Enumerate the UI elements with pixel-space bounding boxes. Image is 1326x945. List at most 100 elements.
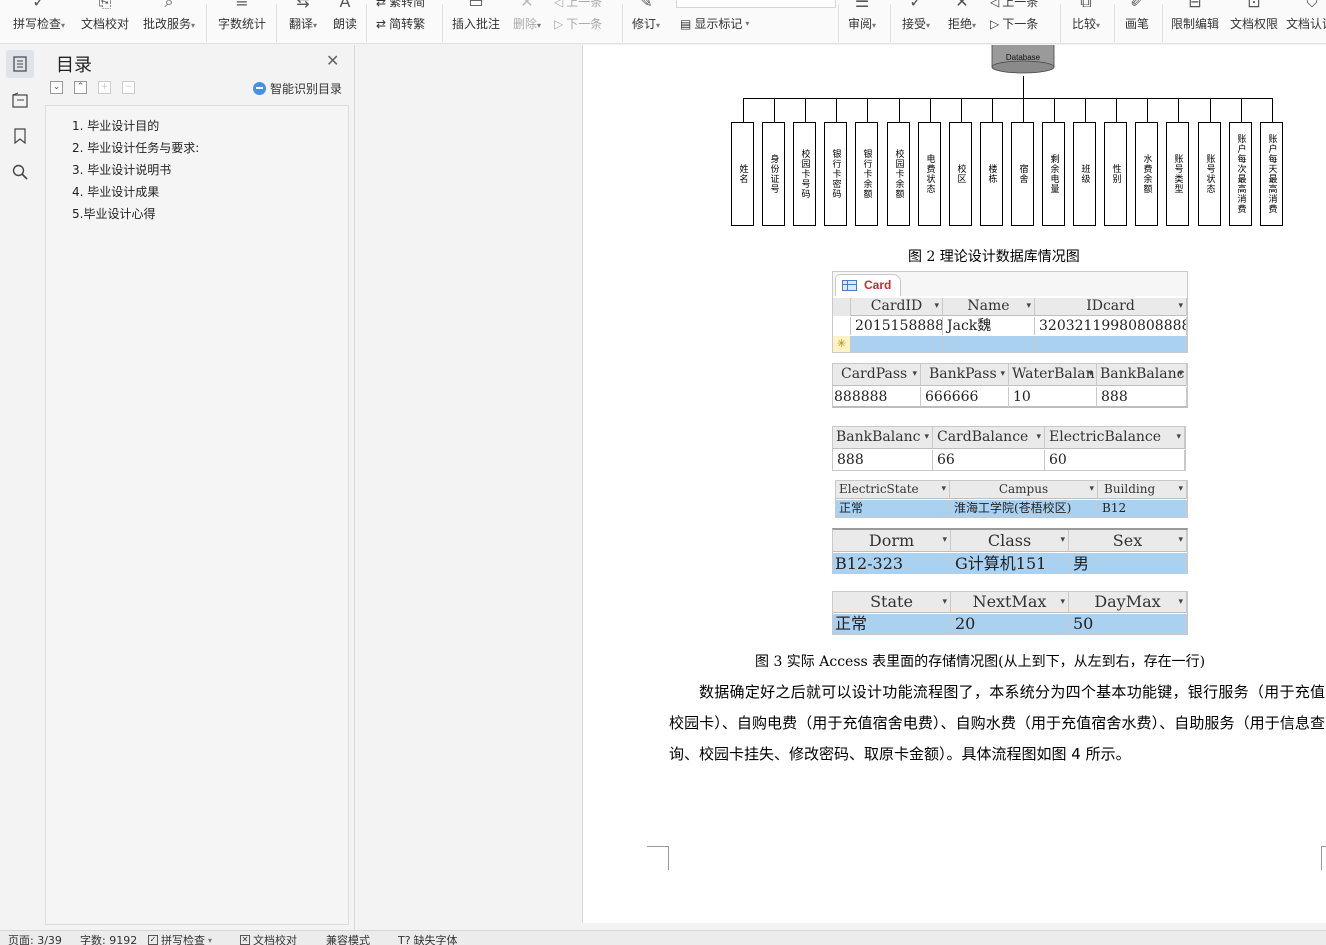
column-header[interactable]: State	[833, 592, 951, 613]
table-cell[interactable]	[943, 336, 1035, 352]
table-cell[interactable]: B12	[1098, 500, 1187, 517]
column-header[interactable]: BankBalanc	[833, 427, 933, 449]
previous-change-button[interactable]: ◁ 上一条	[990, 0, 1038, 10]
simp-to-trad-button[interactable]: ⇄ 简转繁	[376, 15, 425, 32]
column-header[interactable]: Class	[951, 530, 1069, 552]
column-header[interactable]: ElectricBalance	[1045, 427, 1185, 449]
table-cell[interactable]: 20	[951, 614, 1069, 634]
row-selector[interactable]	[833, 317, 851, 335]
translate-button[interactable]: ⇆ 翻译▾	[284, 0, 322, 43]
toc-item[interactable]: 5.毕业设计心得	[72, 205, 155, 222]
remove-heading-icon[interactable]: −	[122, 81, 135, 94]
doc-permission-button[interactable]: ⊡ 文档权限	[1228, 0, 1280, 43]
database-field-label: 电费状态	[924, 154, 935, 194]
status-spell-check[interactable]: ✓ 拼写检查 ▾	[148, 932, 212, 945]
doc-certify-button[interactable]: ⛉ 文档认证	[1286, 0, 1326, 43]
doc-proofread-button[interactable]: ⎘ 文档校对	[78, 0, 132, 43]
column-header[interactable]: BankBalanc	[1097, 364, 1187, 386]
bookmark-icon[interactable]	[6, 122, 34, 150]
column-header[interactable]: ElectricState	[836, 481, 950, 499]
markup-icon: ▤	[680, 16, 692, 31]
show-markup-button[interactable]: ▤ 显示标记 ▾	[680, 15, 749, 32]
column-header[interactable]: Campus	[950, 481, 1098, 499]
smart-detect-toc-button[interactable]: 智能识别目录	[253, 80, 342, 97]
table-cell[interactable]: 60	[1045, 450, 1185, 470]
expand-all-icon[interactable]: ⌄	[50, 81, 63, 94]
toc-item[interactable]: 1. 毕业设计目的	[72, 117, 159, 134]
tree-connector	[743, 98, 1273, 99]
add-heading-icon[interactable]: +	[98, 81, 111, 94]
markup-mode-select[interactable]	[676, 0, 836, 8]
delete-comment-button[interactable]: ✕ 删除▾	[508, 0, 546, 43]
read-aloud-icon: A	[339, 0, 351, 11]
column-header[interactable]: Sex	[1069, 530, 1187, 552]
word-count-button[interactable]: ≡ 字数统计	[214, 0, 270, 43]
toc-item[interactable]: 3. 毕业设计说明书	[72, 161, 171, 178]
restrict-editing-button[interactable]: ⊟ 限制编辑	[1168, 0, 1222, 43]
card-table-tab[interactable]: Card	[835, 274, 901, 296]
column-header[interactable]: CardPass	[833, 364, 921, 386]
missing-font-button[interactable]: T? 缺失字体	[398, 932, 458, 945]
compare-button[interactable]: ⧉ 比较▾	[1066, 0, 1106, 43]
column-header[interactable]: CardBalance	[933, 427, 1045, 449]
correction-service-button[interactable]: ⌕ 批改服务▾	[138, 0, 200, 43]
table-cell[interactable]: 男	[1069, 553, 1187, 574]
table-row: 2015158888 Jack魏 320321199808088888	[833, 317, 1187, 335]
database-cylinder: Database	[991, 45, 1055, 74]
review-button[interactable]: ☰ 审阅▾	[844, 0, 880, 43]
table-cell[interactable]: Jack魏	[943, 317, 1035, 335]
collapse-all-icon[interactable]: ⌃	[74, 81, 87, 94]
row-selector[interactable]	[833, 298, 851, 316]
revise-button[interactable]: ✎ 修订▾	[628, 0, 664, 43]
toc-nav-icon[interactable]	[6, 50, 34, 78]
table-cell[interactable]: 666666	[921, 387, 1009, 407]
table-cell[interactable]: 320321199808088888	[1035, 317, 1187, 335]
reject-button[interactable]: ✕ 拒绝▾	[944, 0, 980, 43]
table-cell[interactable]: 888	[833, 450, 933, 470]
database-field-box: 校园卡号码	[793, 122, 816, 226]
table-cell[interactable]: 888888	[833, 387, 921, 407]
table-cell[interactable]: 50	[1069, 614, 1187, 634]
column-header[interactable]: IDcard	[1035, 298, 1187, 316]
insert-comment-button[interactable]: ▭ 插入批注	[450, 0, 502, 43]
document-page[interactable]: Database 姓名 身份证号 校园卡号码 银行卡密码 银行卡余额 校园卡余额 电费状态 校…	[582, 45, 1326, 923]
pen-button[interactable]: ✐ 画笔	[1120, 0, 1154, 43]
table-cell[interactable]: G计算机151	[951, 553, 1069, 574]
chapter-nav-icon[interactable]	[6, 86, 34, 114]
column-header[interactable]: Name	[943, 298, 1035, 316]
trad-to-simp-button[interactable]: ⇄ 繁转简	[376, 0, 425, 10]
table-cell[interactable]: 2015158888	[851, 317, 943, 335]
table-cell[interactable]	[1035, 336, 1187, 352]
toc-item[interactable]: 4. 毕业设计成果	[72, 183, 159, 200]
search-icon[interactable]	[6, 158, 34, 186]
column-header[interactable]: DayMax	[1069, 592, 1187, 613]
panel-divider[interactable]	[354, 45, 355, 930]
accept-button[interactable]: ✓ 接受▾	[898, 0, 934, 43]
close-icon[interactable]: ✕	[326, 51, 339, 70]
toc-item[interactable]: 2. 毕业设计任务与要求:	[72, 139, 199, 156]
next-icon: ▷	[554, 16, 564, 31]
next-change-button[interactable]: ▷ 下一条	[990, 15, 1038, 32]
table-cell[interactable]: 66	[933, 450, 1045, 470]
column-header[interactable]: WaterBalan	[1009, 364, 1097, 386]
next-comment-button[interactable]: ▷ 下一条	[554, 15, 602, 32]
table-cell[interactable]: 10	[1009, 387, 1097, 407]
column-header[interactable]: CardID	[851, 298, 943, 316]
status-doc-proofread[interactable]: ✕ 文档校对	[240, 932, 297, 945]
column-header[interactable]: NextMax	[951, 592, 1069, 613]
table-cell[interactable]: 淮海工学院(苍梧校区)	[950, 500, 1098, 517]
spell-check-button[interactable]: ✓ 拼写检查▾	[8, 0, 70, 43]
column-header[interactable]: BankPass	[921, 364, 1009, 386]
table-cell[interactable]	[851, 336, 943, 352]
body-paragraph[interactable]: 数据确定好之后就可以设计功能流程图了，本系统分为四个基本功能键，银行服务（用于充…	[669, 677, 1325, 770]
column-header[interactable]: Building	[1098, 481, 1187, 499]
table-cell[interactable]: 888	[1097, 387, 1187, 407]
word-count-indicator[interactable]: 字数: 9192	[80, 932, 137, 945]
previous-comment-button[interactable]: ◁ 上一条	[554, 0, 602, 10]
column-header[interactable]: Dorm	[833, 530, 951, 552]
read-aloud-button[interactable]: A 朗读	[330, 0, 360, 43]
table-cell[interactable]: 正常	[836, 500, 950, 517]
page-indicator[interactable]: 页面: 3/39	[8, 932, 62, 945]
table-cell[interactable]: B12-323	[833, 553, 951, 574]
table-cell[interactable]: 正常	[833, 614, 951, 634]
